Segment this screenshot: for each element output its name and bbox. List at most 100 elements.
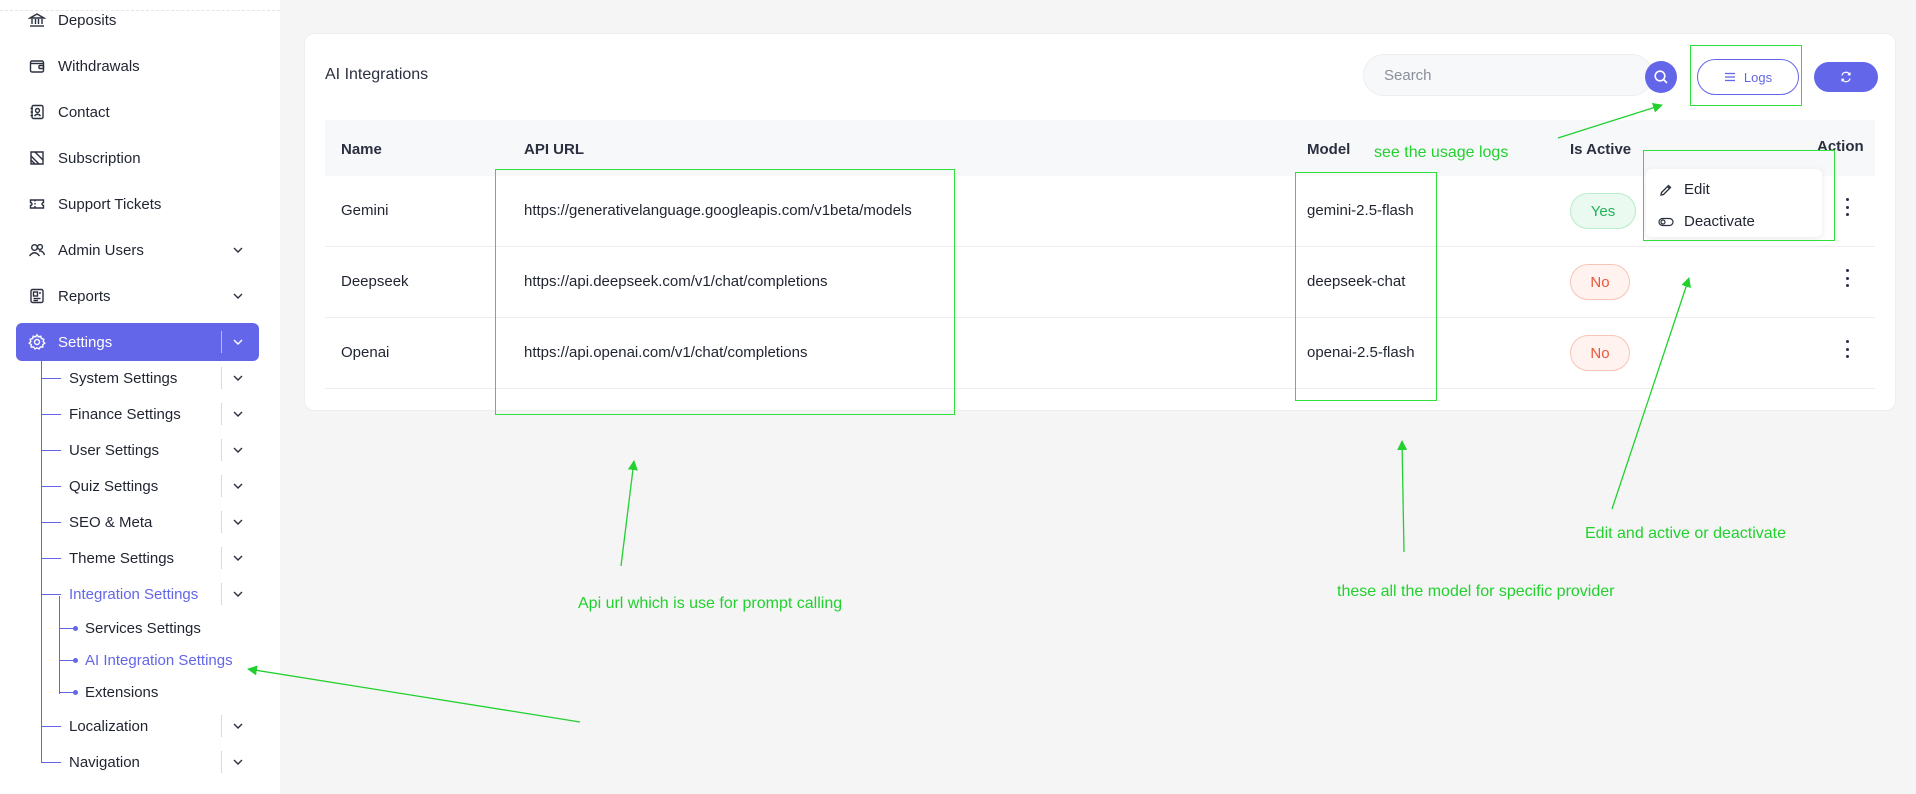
users-icon bbox=[28, 241, 46, 259]
sidebar-item-reports[interactable]: Reports bbox=[16, 277, 259, 315]
column-header-name[interactable]: Name bbox=[341, 141, 382, 158]
sidebar-item-seo-meta[interactable]: SEO & Meta bbox=[69, 507, 259, 537]
search-icon bbox=[1654, 70, 1668, 84]
separator bbox=[221, 439, 222, 461]
tree-line bbox=[59, 596, 60, 694]
chevron-down-icon bbox=[233, 723, 243, 729]
sidebar-item-label: Navigation bbox=[69, 753, 140, 771]
chevron-down-icon bbox=[233, 293, 243, 299]
sidebar-item-label: Services Settings bbox=[85, 619, 201, 637]
sidebar-item-admin-users[interactable]: Admin Users bbox=[16, 231, 259, 269]
separator bbox=[221, 403, 222, 425]
bank-icon bbox=[28, 11, 46, 29]
chevron-down-icon bbox=[233, 519, 243, 525]
sidebar-item-label: Withdrawals bbox=[58, 57, 140, 75]
ticket-icon bbox=[28, 149, 46, 167]
column-header-model[interactable]: Model bbox=[1307, 141, 1350, 158]
more-options-button[interactable] bbox=[1841, 266, 1853, 290]
chevron-down-icon bbox=[233, 555, 243, 561]
sidebar-item-label: System Settings bbox=[69, 369, 178, 387]
chevron-down-icon bbox=[233, 411, 243, 417]
annotation-action-text: Edit and active or deactivate bbox=[1585, 525, 1787, 542]
sidebar-item-label: Integration Settings bbox=[69, 585, 199, 603]
tree-branch bbox=[41, 450, 61, 451]
sidebar-item-label: SEO & Meta bbox=[69, 513, 153, 531]
chevron-down-icon bbox=[233, 483, 243, 489]
annotation-api-url-text: Api url which is use for prompt calling bbox=[578, 595, 843, 612]
report-icon bbox=[28, 287, 46, 305]
column-header-is-active[interactable]: Is Active bbox=[1570, 141, 1631, 158]
chevron-down-icon bbox=[233, 591, 243, 597]
status-badge[interactable]: Yes bbox=[1570, 193, 1636, 229]
sidebar-item-support-tickets[interactable]: Support Tickets bbox=[16, 185, 259, 223]
separator bbox=[221, 331, 222, 353]
separator bbox=[221, 715, 222, 737]
sidebar-item-withdrawals[interactable]: Withdrawals bbox=[16, 47, 259, 85]
tree-branch bbox=[41, 558, 61, 559]
sidebar-item-user-settings[interactable]: User Settings bbox=[69, 435, 259, 465]
sidebar-item-label: Finance Settings bbox=[69, 405, 181, 423]
sidebar-item-label: Contact bbox=[58, 103, 110, 121]
search-button[interactable] bbox=[1645, 61, 1677, 93]
sidebar-item-services-settings[interactable]: Services Settings bbox=[85, 614, 201, 642]
sidebar-item-deposits[interactable]: Deposits bbox=[16, 1, 259, 39]
annotation-model-text: these all the model for specific provide… bbox=[1337, 583, 1615, 600]
tree-branch bbox=[41, 594, 61, 595]
sidebar: Deposits Withdrawals Contact Subscriptio… bbox=[0, 0, 280, 794]
sidebar-item-subscription[interactable]: Subscription bbox=[16, 139, 259, 177]
sidebar-item-localization[interactable]: Localization bbox=[69, 711, 259, 741]
cell-name: Deepseek bbox=[341, 273, 409, 290]
refresh-icon bbox=[1841, 71, 1851, 83]
chevron-down-icon bbox=[233, 447, 243, 453]
refresh-button[interactable] bbox=[1814, 62, 1878, 92]
page-title: AI Integrations bbox=[325, 66, 429, 83]
more-options-button[interactable] bbox=[1841, 337, 1853, 361]
tree-branch bbox=[41, 522, 61, 523]
chevron-down-icon bbox=[233, 247, 243, 253]
chevron-down-icon bbox=[233, 375, 243, 381]
sidebar-item-label: Theme Settings bbox=[69, 549, 175, 567]
sidebar-item-quiz-settings[interactable]: Quiz Settings bbox=[69, 471, 259, 501]
status-badge[interactable]: No bbox=[1570, 264, 1630, 300]
tree-dot bbox=[73, 658, 78, 663]
separator bbox=[221, 547, 222, 569]
sidebar-item-navigation[interactable]: Navigation bbox=[69, 747, 259, 777]
sidebar-item-theme-settings[interactable]: Theme Settings bbox=[69, 543, 259, 573]
annotation-logs-text: see the usage logs bbox=[1374, 144, 1509, 161]
column-header-api-url[interactable]: API URL bbox=[524, 141, 584, 158]
support-ticket-icon bbox=[28, 195, 46, 213]
annotation-box-model bbox=[1295, 172, 1437, 401]
more-options-button[interactable] bbox=[1841, 195, 1853, 219]
separator bbox=[221, 511, 222, 533]
sidebar-item-finance-settings[interactable]: Finance Settings bbox=[69, 399, 259, 429]
tree-branch bbox=[41, 414, 61, 415]
annotation-box-action bbox=[1643, 150, 1835, 241]
wallet-icon bbox=[28, 57, 46, 75]
separator bbox=[221, 583, 222, 605]
sidebar-item-label: Quiz Settings bbox=[69, 477, 159, 495]
sidebar-item-integration-settings[interactable]: Integration Settings bbox=[69, 579, 259, 609]
sidebar-item-label: User Settings bbox=[69, 441, 160, 459]
search-input[interactable] bbox=[1363, 54, 1653, 96]
annotation-box-logs bbox=[1690, 45, 1802, 106]
sidebar-item-label: Subscription bbox=[58, 149, 141, 167]
tree-dot bbox=[73, 690, 78, 695]
sidebar-item-contact[interactable]: Contact bbox=[16, 93, 259, 131]
tree-dot bbox=[73, 626, 78, 631]
status-badge[interactable]: No bbox=[1570, 335, 1630, 371]
tree-branch bbox=[41, 726, 61, 727]
sidebar-item-ai-integration-settings[interactable]: AI Integration Settings bbox=[85, 646, 233, 674]
separator bbox=[221, 367, 222, 389]
gear-icon bbox=[28, 333, 46, 351]
sidebar-item-label: Admin Users bbox=[58, 241, 144, 259]
contact-book-icon bbox=[28, 103, 46, 121]
chevron-down-icon bbox=[233, 339, 243, 345]
tree-branch bbox=[41, 762, 61, 763]
annotation-box-api-url bbox=[495, 169, 955, 415]
sidebar-item-system-settings[interactable]: System Settings bbox=[69, 363, 259, 393]
sidebar-item-label: Extensions bbox=[85, 683, 159, 701]
sidebar-item-settings[interactable]: Settings bbox=[16, 323, 259, 361]
sidebar-item-extensions[interactable]: Extensions bbox=[85, 678, 158, 706]
chevron-down-icon bbox=[233, 759, 243, 765]
separator bbox=[221, 475, 222, 497]
